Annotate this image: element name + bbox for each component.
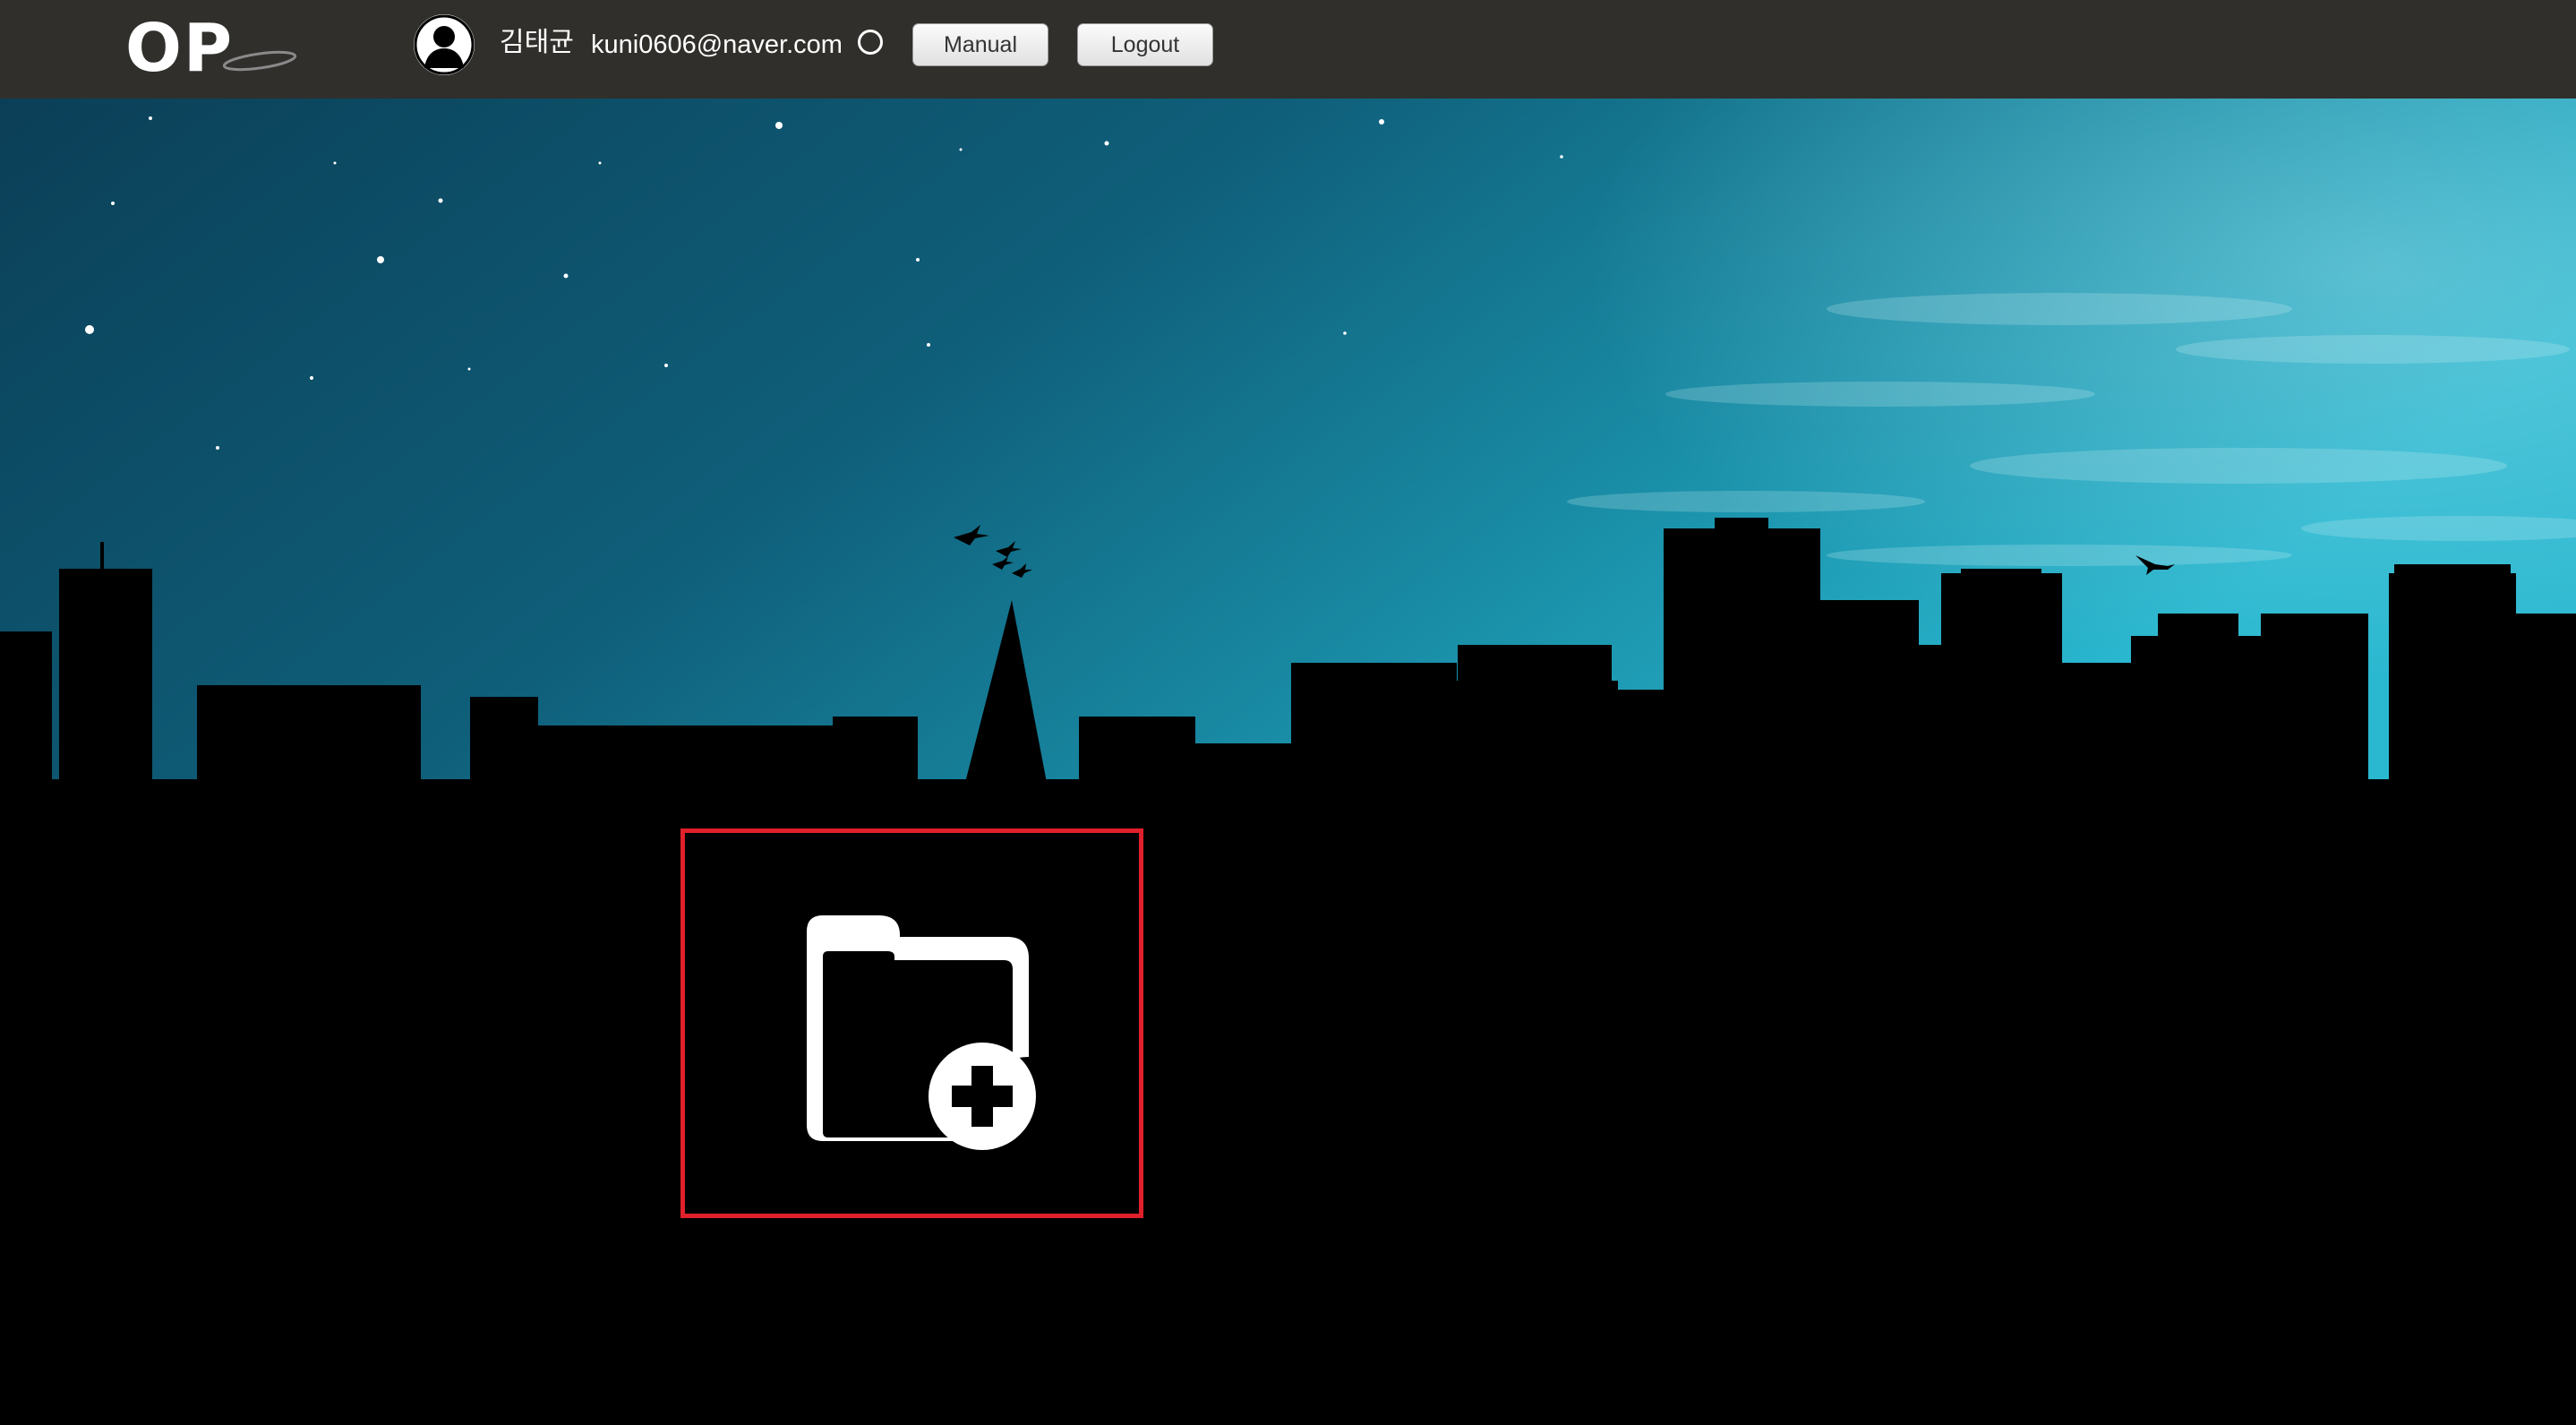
manual-button[interactable]: Manual: [912, 23, 1048, 66]
add-folder-button[interactable]: [680, 828, 1143, 1218]
user-email: kuni0606@naver.com: [591, 30, 843, 59]
folder-plus-icon: [807, 915, 1036, 1150]
logout-button[interactable]: Logout: [1077, 23, 1213, 66]
status-ring-icon: [858, 30, 883, 55]
user-name: 김태균: [500, 28, 574, 57]
app-root: OP 김태균 kuni0606@naver.com Manual Logout: [0, 0, 2576, 1425]
background-scene: [0, 99, 2576, 1425]
city-skyline-illustration: [0, 99, 2576, 1425]
user-silhouette-icon: [414, 14, 475, 75]
avatar[interactable]: [414, 14, 475, 75]
logo[interactable]: OP: [125, 10, 297, 87]
logo-text: OP: [125, 10, 235, 87]
top-header: OP 김태균 kuni0606@naver.com Manual Logout: [0, 0, 2576, 99]
logo-swoosh-icon: [222, 50, 297, 72]
